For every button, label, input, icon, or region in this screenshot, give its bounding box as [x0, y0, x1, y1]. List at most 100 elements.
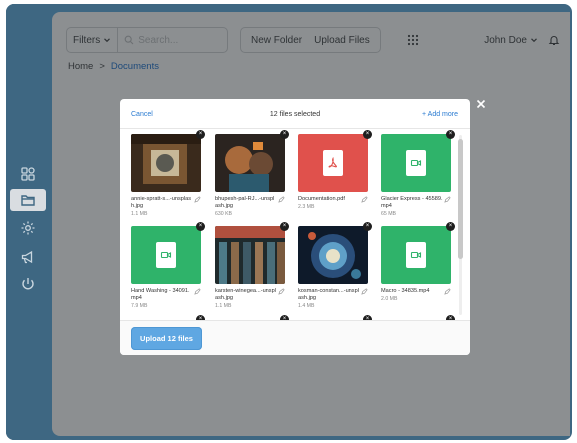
file-name: annie-spratt-s...-unsplash.jpg	[131, 196, 192, 209]
filters-label: Filters	[73, 34, 101, 46]
remove-file-button[interactable]: ×	[196, 130, 205, 139]
sidebar-item-power[interactable]	[14, 273, 42, 295]
close-icon[interactable]	[475, 98, 487, 110]
sidebar-item-announcements[interactable]	[14, 246, 42, 268]
chevron-down-icon	[104, 38, 111, 43]
photo-preview-icon	[215, 134, 285, 192]
sidebar-item-apps[interactable]	[14, 163, 42, 185]
file-name: Hand Washing - 34091.mp4	[131, 288, 190, 301]
apps-icon	[21, 167, 35, 181]
sidebar-item-settings[interactable]	[14, 217, 42, 239]
bell-icon[interactable]	[548, 34, 560, 46]
grid-view-icon[interactable]	[407, 34, 419, 46]
file-item: × kosman-constan...-unsplash.jpg 1.4 MB	[298, 222, 372, 316]
file-item: × annie-spratt-s...-unsplash.jpg 1.1 MB	[131, 130, 205, 224]
remove-file-button[interactable]: ×	[363, 222, 372, 231]
pencil-icon[interactable]	[194, 196, 201, 203]
photo-preview-icon	[131, 134, 201, 192]
remove-file-button[interactable]: ×	[446, 222, 455, 231]
file-thumbnail	[381, 134, 451, 192]
document-card	[406, 150, 426, 176]
file-name: kosman-constan...-unsplash.jpg	[298, 288, 359, 301]
upload-files-button[interactable]: Upload Files	[308, 35, 376, 46]
search-input[interactable]: Search...	[118, 35, 178, 46]
file-item: × Macro - 34835.mp4 2.0 MB	[381, 222, 455, 316]
file-size: 1.1 MB	[131, 211, 148, 217]
file-size: 65 MB	[381, 211, 396, 217]
file-thumbnail	[298, 226, 368, 284]
selected-count: 12 files selected	[269, 111, 321, 118]
video-icon	[160, 251, 172, 259]
file-size: 2.3 MB	[298, 204, 315, 210]
breadcrumb: Home > Documents	[68, 61, 159, 72]
pencil-icon[interactable]	[361, 288, 368, 295]
search-icon	[124, 35, 134, 45]
remove-file-button[interactable]: ×	[446, 130, 455, 139]
file-thumbnail	[131, 134, 201, 192]
power-icon	[22, 278, 34, 290]
file-item: × karsten-winegea...-unsplash.jpg 1.1 MB	[215, 222, 289, 316]
pencil-icon[interactable]	[444, 196, 451, 203]
remove-file-button[interactable]: ×	[280, 130, 289, 139]
pdf-icon	[328, 157, 337, 168]
file-item: × bhupesh-pal-RJ...-unsplash.jpg 630 KB	[215, 130, 289, 224]
video-icon	[410, 251, 422, 259]
add-more-button[interactable]: + Add more	[422, 111, 458, 118]
video-icon	[410, 159, 422, 167]
file-size: 1.4 MB	[298, 303, 315, 309]
pencil-icon[interactable]	[444, 288, 451, 295]
file-grid: × annie-spratt-s...-unsplash.jpg 1.1 MB …	[120, 130, 462, 320]
file-grid-scrollbar[interactable]	[458, 135, 463, 315]
file-actions: New Folder Upload Files	[240, 27, 381, 53]
document-card	[323, 150, 343, 176]
file-thumbnail	[298, 134, 368, 192]
user-menu[interactable]: John Doe	[484, 35, 538, 46]
remove-file-button[interactable]: ×	[280, 222, 289, 231]
remove-file-button[interactable]: ×	[363, 130, 372, 139]
sidebar	[6, 4, 50, 440]
file-thumbnail	[215, 134, 285, 192]
scrollbar-thumb[interactable]	[458, 139, 463, 259]
megaphone-icon	[21, 250, 33, 264]
breadcrumb-separator: >	[99, 61, 105, 72]
file-name: Macro - 34835.mp4	[381, 288, 430, 294]
file-size: 1.1 MB	[215, 303, 232, 309]
chevron-down-icon	[531, 38, 537, 43]
pencil-icon[interactable]	[278, 288, 285, 295]
file-size: 2.0 MB	[381, 296, 398, 302]
filter-search-group: Filters Search...	[66, 27, 228, 53]
breadcrumb-home[interactable]: Home	[68, 61, 93, 72]
remove-file-button[interactable]: ×	[196, 222, 205, 231]
upload-files-submit-button[interactable]: Upload 12 files	[131, 327, 202, 350]
dialog-header: Cancel 12 files selected + Add more	[120, 99, 470, 129]
header-toolbar: Filters Search... New Folder Upload File…	[66, 26, 560, 54]
document-card	[406, 242, 426, 268]
photo-preview-icon	[215, 226, 285, 284]
file-item: × Hand Washing - 34091.mp4 7.9 MB	[131, 222, 205, 316]
folder-icon	[21, 195, 35, 206]
file-name: karsten-winegea...-unsplash.jpg	[215, 288, 276, 301]
file-item: × Glacier Express - 45589.mp4 65 MB	[381, 130, 455, 224]
pencil-icon[interactable]	[278, 196, 285, 203]
dialog-footer: Upload 12 files	[120, 320, 470, 355]
file-item: × Documentation.pdf 2.3 MB	[298, 130, 372, 224]
file-size: 630 KB	[215, 211, 233, 217]
file-size: 7.9 MB	[131, 303, 148, 309]
photo-preview-icon	[298, 226, 368, 284]
pencil-icon[interactable]	[194, 288, 201, 295]
file-name: Glacier Express - 45589.mp4	[381, 196, 443, 209]
breadcrumb-current[interactable]: Documents	[111, 61, 159, 72]
file-name: bhupesh-pal-RJ...-unsplash.jpg	[215, 196, 275, 209]
sidebar-item-files[interactable]	[10, 189, 46, 211]
pencil-icon[interactable]	[361, 196, 368, 203]
upload-dialog: Cancel 12 files selected + Add more × an…	[120, 99, 470, 355]
user-name: John Doe	[484, 34, 527, 46]
file-thumbnail	[131, 226, 201, 284]
new-folder-button[interactable]: New Folder	[245, 35, 308, 46]
document-card	[156, 242, 176, 268]
file-thumbnail	[215, 226, 285, 284]
filters-dropdown[interactable]: Filters	[67, 28, 119, 52]
settings-icon	[21, 221, 35, 235]
file-name: Documentation.pdf	[298, 196, 345, 202]
search-placeholder: Search...	[138, 34, 179, 46]
